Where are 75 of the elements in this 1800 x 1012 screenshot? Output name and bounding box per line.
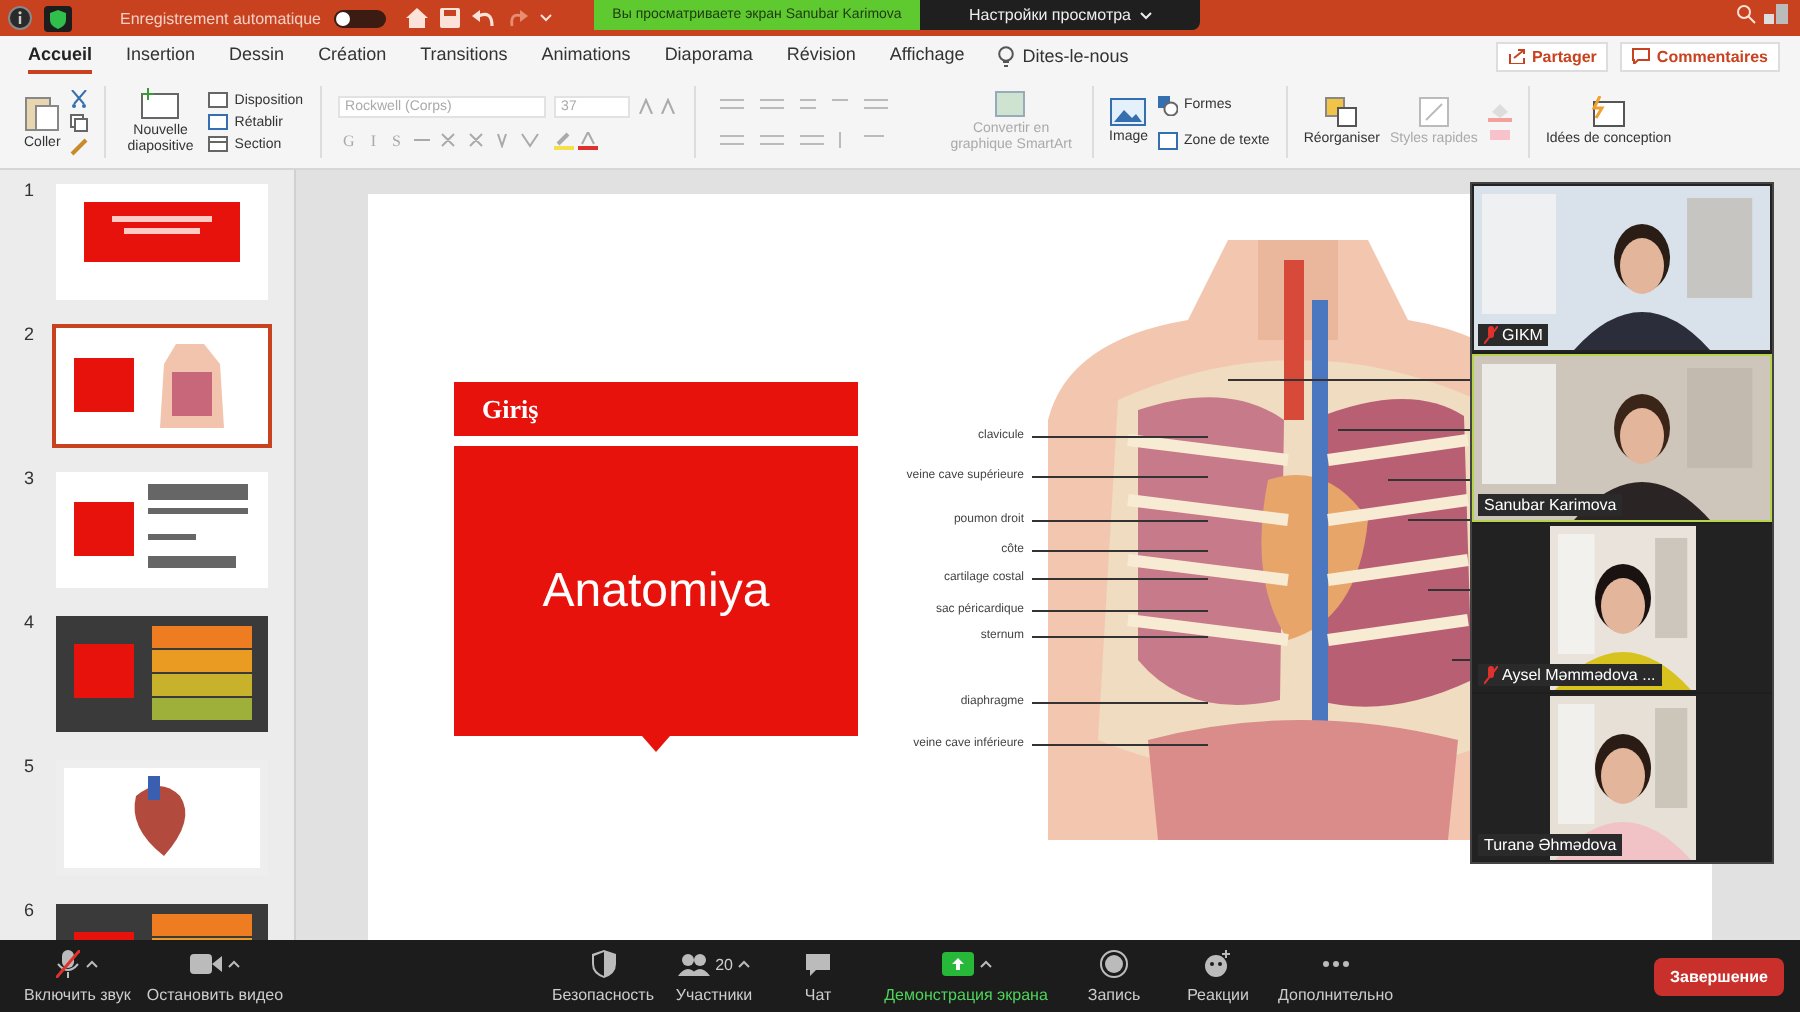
slide-title: Anatomiya xyxy=(542,563,770,619)
slide-number: 2 xyxy=(24,324,37,344)
ribbon-tab[interactable]: Révision xyxy=(786,38,856,74)
shield-icon[interactable] xyxy=(591,950,615,978)
slide-number: 6 xyxy=(24,900,37,920)
search-icon[interactable] xyxy=(1736,4,1756,24)
section-icon xyxy=(208,136,229,152)
share-icon xyxy=(1507,48,1526,64)
chat-bubble-icon[interactable] xyxy=(804,951,833,977)
comment-icon xyxy=(1632,48,1651,64)
slide-number: 1 xyxy=(24,180,37,200)
slide-number: 5 xyxy=(24,756,37,776)
ribbon-tab[interactable]: Diaporama xyxy=(664,38,753,74)
share-button[interactable]: Partager xyxy=(1495,41,1609,71)
toolbar-button[interactable]: Реакции xyxy=(1166,948,1271,1004)
quick-styles-icon xyxy=(1417,96,1450,129)
design-ideas-icon xyxy=(1590,96,1627,129)
brush-icon[interactable] xyxy=(70,137,89,155)
ribbon-tab[interactable]: Animations xyxy=(541,38,631,74)
undo-icon[interactable] xyxy=(471,8,495,28)
text-box-icon xyxy=(1158,131,1179,149)
share-screen-icon[interactable] xyxy=(941,952,974,976)
autosave-toggle[interactable] xyxy=(333,9,385,27)
ribbon-tab[interactable]: Dessin xyxy=(229,38,285,74)
scissors-icon[interactable] xyxy=(70,89,89,107)
record-icon[interactable] xyxy=(1100,950,1129,978)
reset-icon xyxy=(208,114,229,130)
shapes-icon xyxy=(1158,95,1179,115)
ribbon-tab[interactable]: Affichage xyxy=(889,38,965,74)
toolbar-button[interactable]: Чат xyxy=(766,948,871,1004)
slide-thumbnail[interactable] xyxy=(52,180,272,304)
save-icon[interactable] xyxy=(439,8,459,28)
slide-header: Giriş xyxy=(454,382,858,436)
participant-name: Turanə Əhmədova xyxy=(1484,836,1617,854)
toolbar-button[interactable]: Остановить видео xyxy=(138,948,292,1004)
toolbar-button[interactable]: Запись xyxy=(1062,948,1167,1004)
arrange-icon xyxy=(1323,96,1360,129)
caret-icon[interactable] xyxy=(979,960,992,968)
slide-number: 3 xyxy=(24,468,37,488)
video-camera-icon[interactable] xyxy=(189,954,222,974)
info-icon[interactable] xyxy=(8,6,32,30)
slide-thumbnail[interactable] xyxy=(52,324,272,448)
layout-icon xyxy=(208,92,229,108)
slide-thumbnail[interactable] xyxy=(52,468,272,592)
more-icon[interactable] xyxy=(1321,960,1350,968)
lightbulb-icon[interactable] xyxy=(998,45,1015,67)
new-slide-icon xyxy=(140,88,181,121)
slide-number: 4 xyxy=(24,612,37,632)
smiley-icon[interactable] xyxy=(1204,950,1233,978)
toolbar-button[interactable]: Безопасность xyxy=(543,948,663,1004)
microphone-icon[interactable] xyxy=(56,950,81,978)
caret-icon[interactable] xyxy=(86,960,99,968)
tell-me-field[interactable]: Dites-le-nous xyxy=(1022,46,1129,66)
shield-check-icon[interactable] xyxy=(44,5,72,31)
grid-icon[interactable] xyxy=(1764,4,1788,28)
toolbar-button[interactable]: Дополнительно xyxy=(1270,948,1402,1004)
toolbar-button[interactable]: 20 Участники xyxy=(662,948,767,1004)
autosave-label: Enregistrement automatique xyxy=(120,9,321,27)
toolbar-button[interactable]: Демонстрация экрана xyxy=(870,948,1063,1004)
font-color-icon[interactable] xyxy=(578,131,599,149)
end-meeting-button[interactable]: Завершение xyxy=(1654,957,1784,995)
image-icon xyxy=(1110,98,1147,127)
people-icon[interactable] xyxy=(677,953,710,975)
slide-thumbnail[interactable] xyxy=(52,612,272,736)
view-options-button[interactable]: Настройки просмотра xyxy=(920,0,1200,30)
ribbon-tab[interactable]: Transitions xyxy=(420,38,508,74)
ribbon-tab[interactable]: Création xyxy=(318,38,387,74)
copy-icon[interactable] xyxy=(70,113,89,131)
home-icon[interactable] xyxy=(405,8,427,28)
caret-icon[interactable] xyxy=(738,960,751,968)
comments-button[interactable]: Commentaires xyxy=(1620,41,1780,71)
clipboard-icon xyxy=(24,92,61,133)
caret-icon[interactable] xyxy=(227,960,240,968)
ribbon-tab[interactable]: Insertion xyxy=(126,38,196,74)
toolbar-button[interactable]: Включить звук xyxy=(16,948,139,1004)
